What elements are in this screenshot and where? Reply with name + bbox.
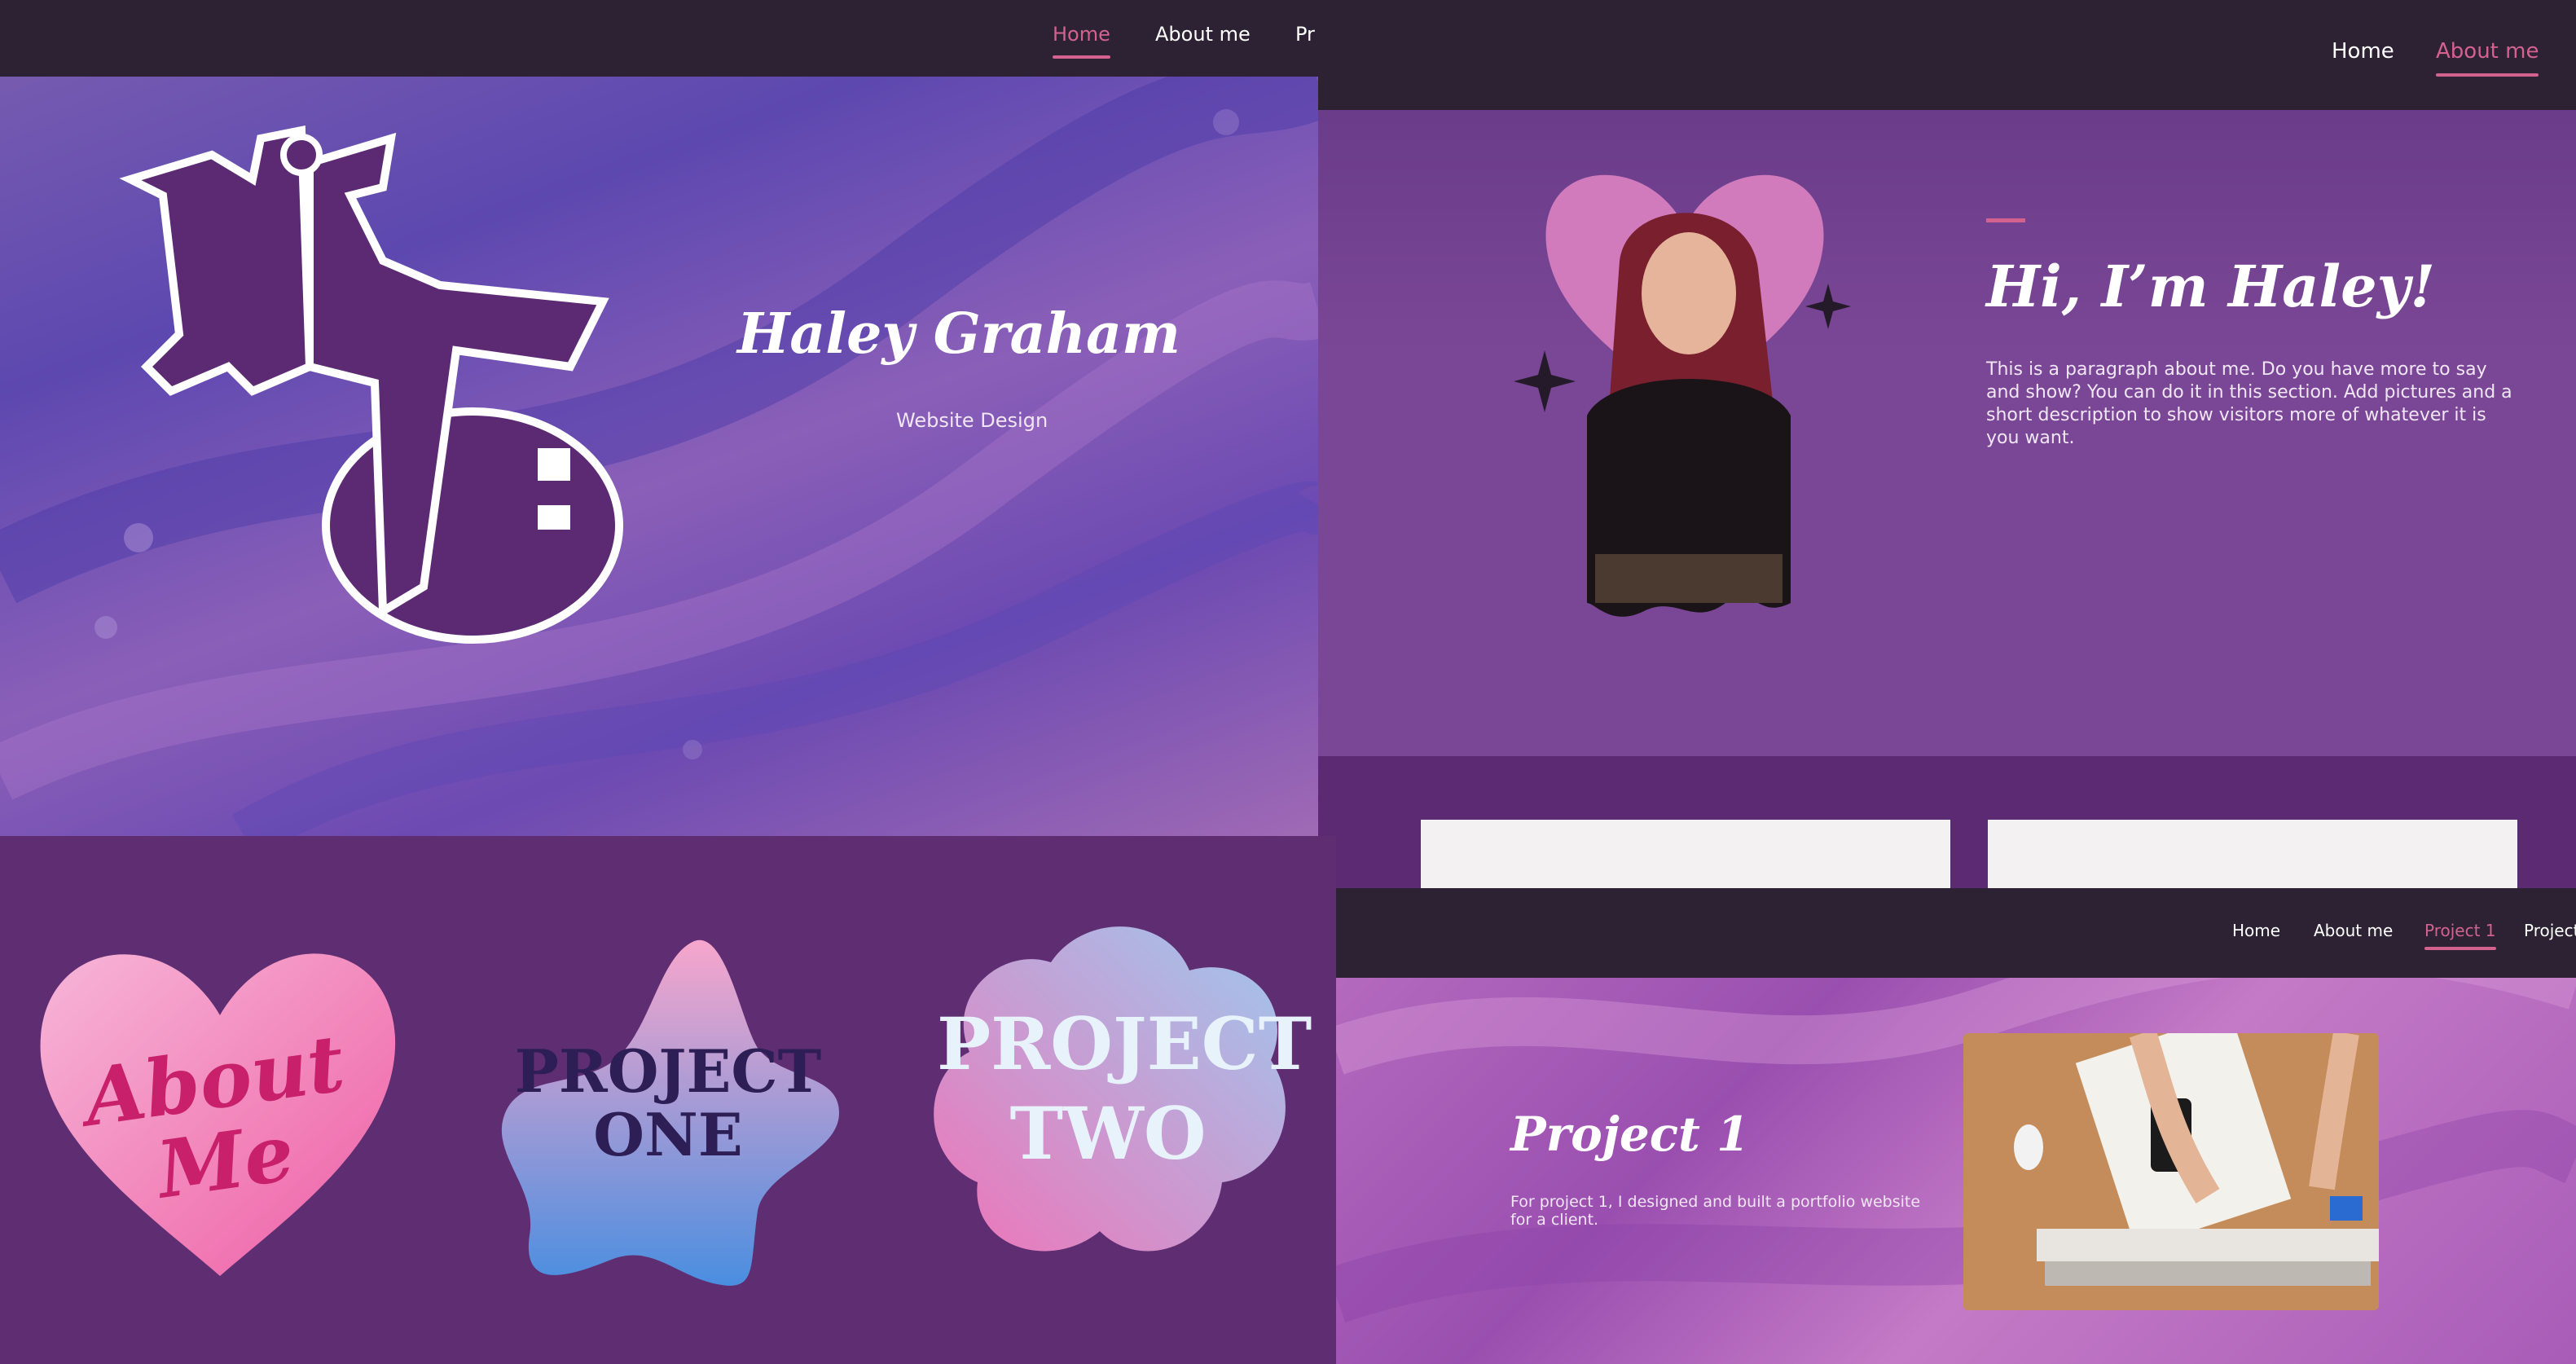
nav-home[interactable]: Home	[2232, 921, 2280, 940]
home-navbar: Home About me Pr	[0, 0, 1318, 77]
nav-about-me[interactable]: About me	[1155, 23, 1251, 46]
profile-photo	[1514, 174, 1851, 617]
project-description: For project 1, I designed and built a po…	[1510, 1193, 1921, 1229]
stickers-panel: About Me PROJECT ONE PROJECT TWO	[0, 836, 1336, 1364]
about-heading: Hi, I’m Haley!	[1986, 253, 2436, 320]
hg-monogram-logo	[119, 125, 623, 644]
about-paragraph: This is a paragraph about me. Do you hav…	[1986, 359, 2512, 448]
project-heading: Project 1	[1510, 1107, 1750, 1162]
nav-project-truncated[interactable]: Project	[2524, 921, 2576, 940]
project-screenshot: Home About me Project 1 Project Project …	[1336, 888, 2576, 1364]
about-navbar: Home About me	[1318, 0, 2576, 110]
nav-about-me[interactable]: About me	[2314, 921, 2393, 940]
card-placeholder-right	[1988, 820, 2517, 888]
nav-project-truncated[interactable]: Pr	[1295, 23, 1315, 46]
nav-home[interactable]: Home	[2332, 39, 2394, 64]
nav-project-1[interactable]: Project 1	[2424, 921, 2496, 950]
sticker-project-two-label: PROJECT TWO	[937, 1001, 1312, 1176]
site-subtitle: Website Design	[896, 409, 1048, 432]
site-owner-name: Haley Graham	[737, 301, 1180, 367]
nav-about-me[interactable]: About me	[2436, 39, 2539, 77]
home-screenshot: Home About me Pr Haley Graham Website De…	[0, 0, 1318, 836]
project-photo	[1963, 1033, 2379, 1310]
about-screenshot: Home About me Hi, I’m Haley! This is a p…	[1318, 0, 2576, 888]
about-lower-section	[1318, 756, 2576, 888]
sticker-project-one-label: PROJECT ONE	[514, 1036, 822, 1169]
nav-home[interactable]: Home	[1053, 23, 1110, 59]
heading-accent-bar	[1986, 218, 2025, 222]
project-navbar: Home About me Project 1 Project	[1336, 888, 2576, 978]
card-placeholder-left	[1421, 820, 1950, 888]
